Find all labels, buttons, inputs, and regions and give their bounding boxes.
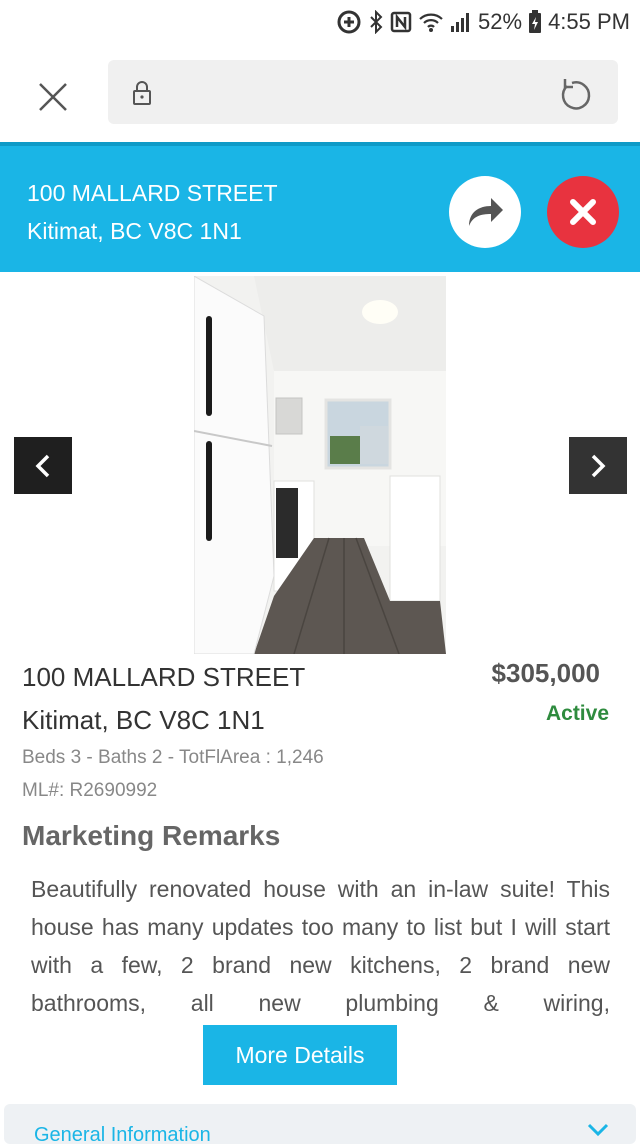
listing-city: Kitimat, BC V8C 1N1 [22,705,265,735]
signal-icon [450,11,472,33]
lock-icon [130,80,154,106]
url-bar[interactable] [108,60,618,124]
header-address-line2: Kitimat, BC V8C 1N1 [27,218,242,244]
wifi-icon [418,11,444,33]
bluetooth-icon [368,10,384,34]
battery-percent: 52% [478,9,523,34]
listing-street: 100 MALLARD STREET [22,662,306,692]
ml-number: ML#: R2690992 [22,780,158,801]
clock: 4:55 PM [548,9,630,34]
chevron-left-icon [35,454,50,477]
battery-icon [528,10,542,34]
close-listing-button[interactable] [547,176,619,248]
listing-photo[interactable] [194,276,446,654]
nfc-icon [390,11,412,33]
close-circle-icon [570,199,596,225]
more-details-button[interactable]: More Details [203,1025,397,1085]
listing-header: 100 MALLARD STREET Kitimat, BC V8C 1N1 [0,142,640,272]
chevron-down-icon [587,1123,609,1137]
header-address-line1: 100 MALLARD STREET [27,180,278,206]
status-badge: Active [545,702,609,725]
marketing-remarks-title: Marketing Remarks [22,820,281,851]
general-information-accordion[interactable]: General Information [4,1104,636,1144]
marketing-remarks-text: Beautifully renovated house with an in-l… [31,876,610,1016]
status-icons: 52% 4:55 PM [336,6,630,38]
share-arrow-icon [469,198,503,226]
listing-price: $305,000 [491,658,600,688]
reload-icon[interactable] [558,76,594,112]
browser-toolbar [0,44,640,142]
accordion-label: General Information [34,1124,211,1144]
close-icon[interactable] [32,76,74,118]
next-photo-button[interactable] [569,437,627,494]
data-saver-icon [336,9,362,35]
status-bar: 52% 4:55 PM [0,0,640,44]
previous-photo-button[interactable] [14,437,72,494]
share-button[interactable] [449,176,521,248]
listing-facts: Beds 3 - Baths 2 - TotFlArea : 1,246 [22,747,324,768]
chevron-right-icon [591,454,606,477]
